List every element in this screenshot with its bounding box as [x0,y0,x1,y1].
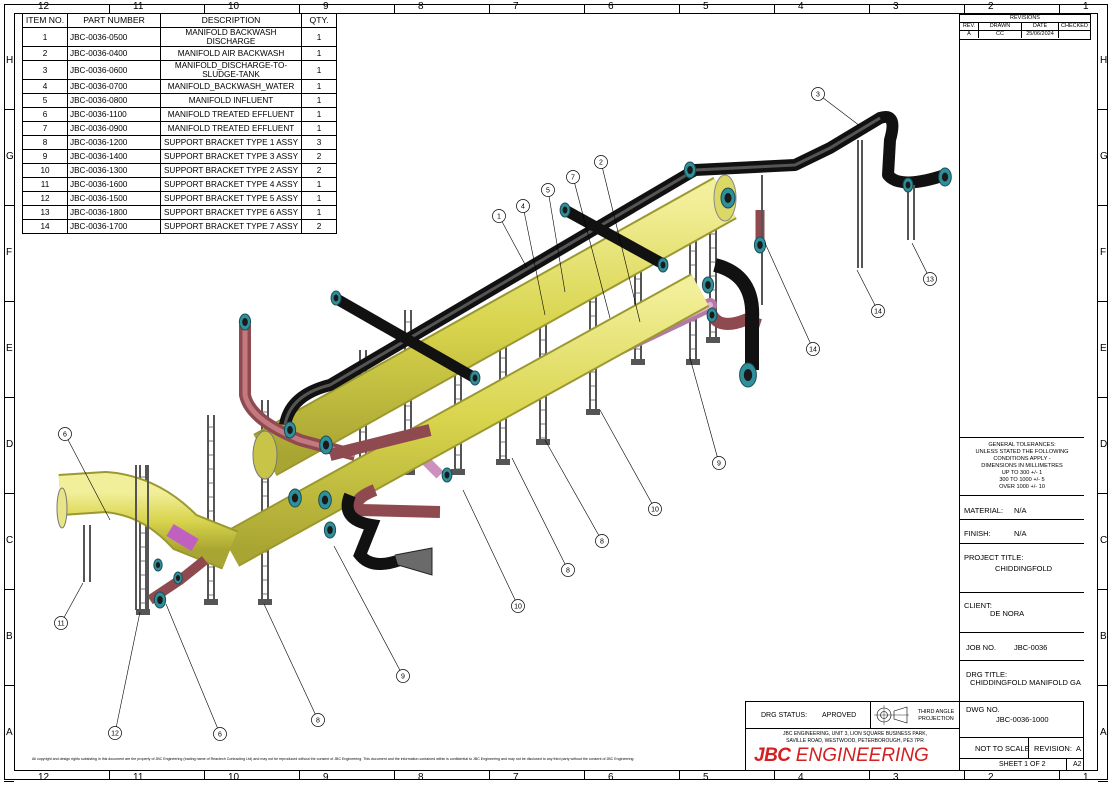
balloon-number: 8 [566,568,570,575]
support-frame-foot [136,609,150,615]
flange-bore [333,294,339,302]
balloon-leader-line [263,603,319,721]
flange-bore [157,596,163,604]
balloon-leader-line [544,439,603,542]
support-frame-foot [631,359,645,365]
flange-bore [709,311,715,319]
balloon-number: 10 [514,604,522,611]
support-frame-foot [706,337,720,343]
balloon-leader-line [817,93,861,127]
flange-bore [327,526,333,534]
balloon-number: 3 [816,92,820,99]
balloon-number: 9 [401,674,405,681]
balloon-leader-line [764,242,814,350]
balloon-leader-line [165,603,221,735]
balloon-number: 14 [809,347,817,354]
support-frame-foot [586,409,600,415]
support-frame-foot [204,599,218,605]
balloon-number: 5 [546,188,550,195]
flange-bore [757,241,763,249]
balloon-number: 2 [599,160,603,167]
flange-bore [705,281,711,289]
flange-bore [941,172,949,182]
balloon-number: 6 [63,432,67,439]
flange-bore [322,440,330,450]
flange-bore [472,374,478,382]
balloon-leader-line [599,409,656,510]
flange-bore [660,261,666,269]
balloon-number: 12 [111,731,119,738]
balloon-leader-line [511,457,569,571]
support-frame-foot [258,599,272,605]
balloon-number: 1 [497,214,501,221]
balloon-leader-line [462,489,519,607]
balloon-leader-line [114,611,141,734]
support-frame-foot [496,459,510,465]
flange-bore [687,166,693,174]
manifold-isometric-drawing: 3 2 7 5 4 1 13 14 14 9 10 8 8 10 6 11 12 6 8 9 [54,87,952,741]
balloon-leader-line [498,215,528,269]
balloon-number: 14 [874,309,882,316]
balloon-number: 10 [651,507,659,514]
balloon-number: 8 [316,718,320,725]
flange-bore [562,206,568,214]
flange-bore [287,426,293,434]
flange-bore [743,369,753,381]
balloon-number: 8 [600,539,604,546]
balloon-number: 13 [926,277,934,284]
flange-bore [321,495,329,505]
flange-bore [905,181,911,189]
flange-bore [155,562,161,568]
support-frame-foot [686,359,700,365]
balloon-number: 9 [717,461,721,468]
balloon-number: 11 [57,621,64,628]
balloon-leader-line [689,357,720,464]
flange-bore [724,193,732,203]
balloon-number: 6 [218,732,222,739]
balloon-leader-line [856,269,879,312]
balloon-number: 4 [521,204,525,211]
flange-bore [291,493,299,503]
flange-bore [175,575,181,581]
flange-bore [444,471,450,479]
flange-bore [242,318,248,326]
support-frame-foot [451,469,465,475]
balloon-number: 7 [571,175,575,182]
